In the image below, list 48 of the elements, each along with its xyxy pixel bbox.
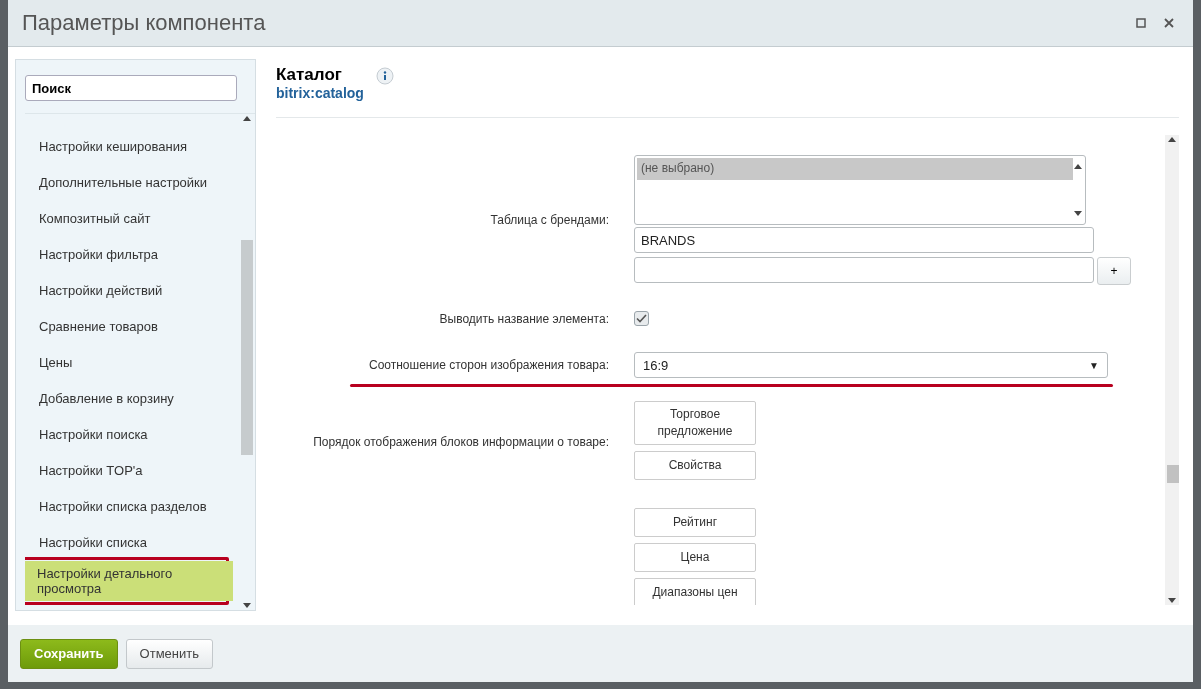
component-code: bitrix:catalog xyxy=(276,85,364,101)
scroll-up-icon[interactable] xyxy=(1167,135,1177,143)
sidebar-item[interactable]: Настройки детального просмотра xyxy=(25,561,233,601)
aspect-ratio-select[interactable]: 16:9 ▼ xyxy=(634,352,1108,378)
maximize-icon xyxy=(1136,18,1146,28)
order-block-button[interactable]: Диапазоны цен xyxy=(634,578,756,605)
sidebar-item[interactable]: Добавление в корзину xyxy=(25,381,239,417)
text-field[interactable] xyxy=(634,257,1094,283)
sidebar-scrollbar[interactable] xyxy=(239,114,255,610)
order-block-button[interactable]: Цена xyxy=(634,543,756,572)
window-title: Параметры компонента xyxy=(22,10,267,36)
info-icon[interactable] xyxy=(375,67,394,85)
scroll-down-icon[interactable] xyxy=(242,602,252,610)
scroll-down-icon[interactable] xyxy=(1167,597,1177,605)
sidebar-item[interactable]: Сравнение товаров xyxy=(25,309,239,345)
scroll-up-icon[interactable] xyxy=(1073,162,1083,170)
order-block-button[interactable]: Торговое предложение xyxy=(634,401,756,445)
scroll-up-icon[interactable] xyxy=(242,114,252,122)
sidebar-item[interactable]: Настройки действий xyxy=(25,273,239,309)
close-icon xyxy=(1164,18,1174,28)
brand-listbox[interactable]: (не выбрано) xyxy=(634,155,1086,225)
checkbox[interactable] xyxy=(634,311,649,326)
scroll-thumb[interactable] xyxy=(1167,465,1179,483)
sidebar-item[interactable]: Дополнительные настройки xyxy=(25,165,239,201)
field-label: Соотношение сторон изображения товара: xyxy=(368,358,609,372)
sidebar-item[interactable]: Настройки кеширования xyxy=(25,129,239,165)
order-block-button[interactable]: Свойства xyxy=(634,451,756,480)
sidebar-item[interactable]: Настройки фильтра xyxy=(25,237,239,273)
sidebar-item[interactable]: Композитный сайт xyxy=(25,201,239,237)
field-label: Выводить название элемента: xyxy=(438,311,609,326)
field-label: Порядок отображения блоков информации о товаре: xyxy=(312,435,609,449)
search-field[interactable]: Поиск xyxy=(25,75,237,101)
sidebar-item[interactable]: Цены xyxy=(25,345,239,381)
field-label: Таблица с брендами: xyxy=(489,213,609,227)
sidebar-item[interactable]: Настройки списка разделов xyxy=(25,489,239,525)
scroll-thumb[interactable] xyxy=(241,240,253,455)
content-scrollbar[interactable] xyxy=(1165,135,1179,605)
listbox-option[interactable]: (не выбрано) xyxy=(637,158,1073,180)
component-title: Каталог xyxy=(276,65,342,84)
sidebar-item[interactable]: Настройки списка xyxy=(25,525,239,561)
table-name-field[interactable]: BRANDS xyxy=(634,227,1094,253)
sidebar-item[interactable]: Настройки поиска xyxy=(25,417,239,453)
check-icon xyxy=(636,314,647,323)
sidebar-item[interactable]: Настройки TOP'a xyxy=(25,453,239,489)
scroll-down-icon[interactable] xyxy=(1073,210,1083,218)
cancel-button[interactable]: Отменить xyxy=(125,638,213,669)
add-button[interactable]: + xyxy=(1097,257,1131,285)
order-block-button[interactable]: Рейтинг xyxy=(634,508,756,537)
